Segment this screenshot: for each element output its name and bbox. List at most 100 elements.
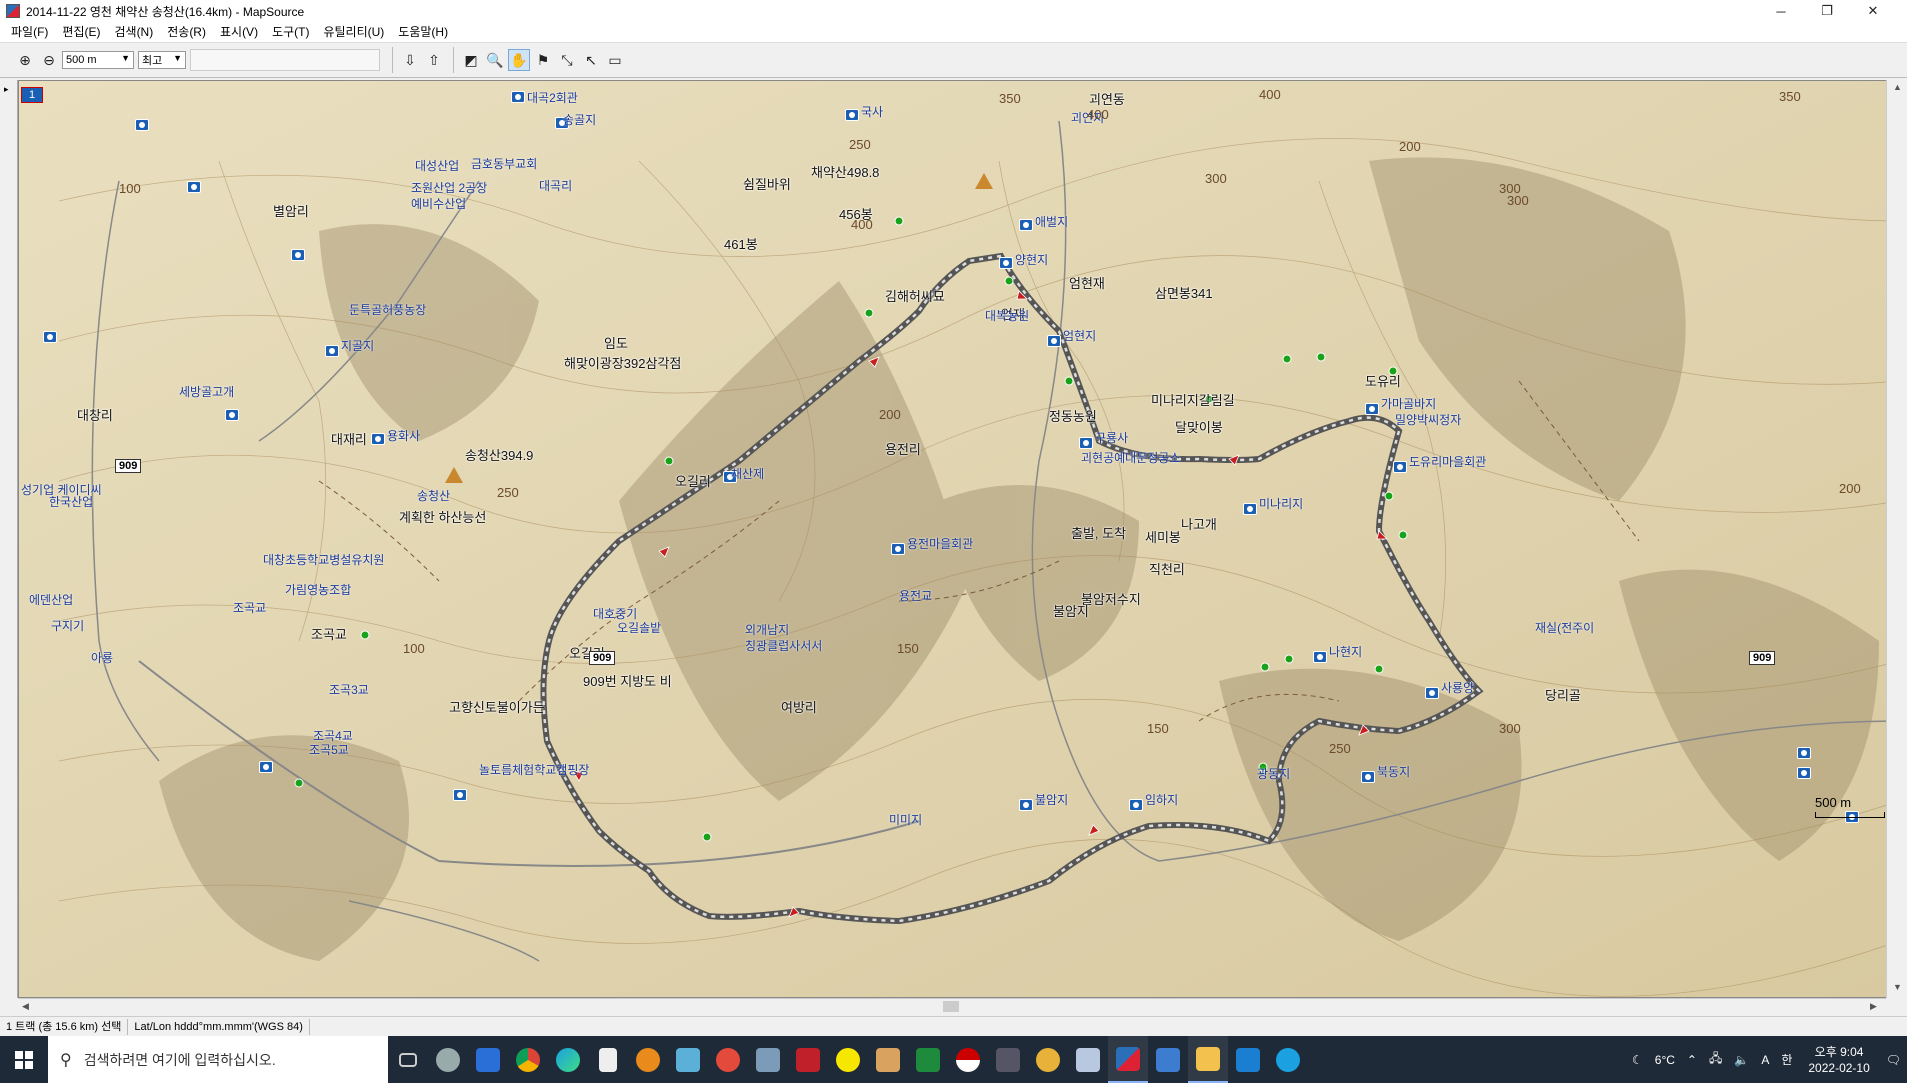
taskbar-app-photo[interactable] xyxy=(668,1036,708,1083)
restore-button[interactable]: ❐ xyxy=(1804,0,1850,22)
moon-weather-icon[interactable]: ☾ xyxy=(1626,1053,1649,1067)
poi-temple-icon[interactable] xyxy=(1079,437,1093,449)
taskbar-app-bee[interactable] xyxy=(1028,1036,1068,1083)
poi-camera-icon[interactable] xyxy=(225,409,239,421)
scroll-up-icon[interactable]: ▲ xyxy=(1893,82,1902,92)
poi-camera-icon[interactable] xyxy=(1047,335,1061,347)
taskbar-app-book[interactable] xyxy=(1148,1036,1188,1083)
left-panel-strip[interactable]: ▸ xyxy=(0,80,18,998)
selection-arrow-icon[interactable]: ↖ xyxy=(580,49,602,71)
map-tool-icon[interactable]: ◩ xyxy=(460,49,482,71)
receive-from-device-icon[interactable]: ⇩ xyxy=(399,49,421,71)
poi-camera-icon[interactable] xyxy=(1313,651,1327,663)
zoom-scale-select[interactable]: 500 m ▼ xyxy=(62,51,134,69)
detail-select[interactable]: 최고 ▼ xyxy=(138,51,186,69)
poi-label: 대창리 xyxy=(77,408,113,423)
taskbar-calculator[interactable] xyxy=(988,1036,1028,1083)
poi-camera-icon[interactable] xyxy=(1797,767,1811,779)
ime-mode[interactable]: A xyxy=(1755,1053,1775,1067)
scroll-down-icon[interactable]: ▼ xyxy=(1893,982,1902,992)
poi-camera-icon[interactable] xyxy=(325,345,339,357)
taskbar-settings[interactable] xyxy=(428,1036,468,1083)
poi-camera-icon[interactable] xyxy=(999,257,1013,269)
menu-utilities[interactable]: 유틸리티(U) xyxy=(316,22,391,42)
expand-arrow-icon[interactable]: ▸ xyxy=(4,84,9,95)
taskbar-app-blue[interactable] xyxy=(1228,1036,1268,1083)
taskbar-app-red[interactable] xyxy=(708,1036,748,1083)
poi-camera-icon[interactable] xyxy=(1019,799,1033,811)
taskbar-edge[interactable] xyxy=(548,1036,588,1083)
poi-camera-icon[interactable] xyxy=(1243,503,1257,515)
poi-camera-icon[interactable] xyxy=(1361,771,1375,783)
close-button[interactable]: ✕ xyxy=(1850,0,1896,22)
route-tool-icon[interactable]: ⤡ xyxy=(556,49,578,71)
chevron-up-icon[interactable]: ⌃ xyxy=(1681,1053,1703,1067)
poi-camera-icon[interactable] xyxy=(1019,219,1033,231)
poi-camera-icon[interactable] xyxy=(135,119,149,131)
poi-camera-icon[interactable] xyxy=(1365,403,1379,415)
contour-label: 250 xyxy=(497,485,519,500)
menu-search[interactable]: 검색(N) xyxy=(107,22,160,42)
weather-temp[interactable]: 6°C xyxy=(1649,1053,1681,1067)
menu-view[interactable]: 표시(V) xyxy=(213,22,265,42)
poi-camera-icon[interactable] xyxy=(453,789,467,801)
taskbar-search[interactable]: ⚲ 검색하려면 여기에 입력하십시오. xyxy=(48,1036,388,1083)
poi-camera-icon[interactable] xyxy=(1797,747,1811,759)
taskbar-chrome[interactable] xyxy=(508,1036,548,1083)
taskbar-kakaotalk[interactable] xyxy=(828,1036,868,1083)
poi-camera-icon[interactable] xyxy=(371,433,385,445)
menu-help[interactable]: 도움말(H) xyxy=(391,22,455,42)
taskbar-app-flag[interactable] xyxy=(948,1036,988,1083)
poi-camera-icon[interactable] xyxy=(1425,687,1439,699)
poi-camera-icon[interactable] xyxy=(1393,461,1407,473)
menu-edit[interactable]: 편집(E) xyxy=(55,22,107,42)
poi-camera-icon[interactable] xyxy=(291,249,305,261)
language-indicator[interactable]: 한 xyxy=(1775,1051,1798,1068)
taskbar-app-face[interactable] xyxy=(868,1036,908,1083)
network-icon[interactable]: 🖧 xyxy=(1703,1049,1728,1070)
minimize-button[interactable]: ─ xyxy=(1758,0,1804,22)
scroll-left-icon[interactable]: ◀ xyxy=(22,1001,29,1012)
map-scale: 500 m xyxy=(1815,795,1885,818)
zoom-out-icon[interactable]: ⊖ xyxy=(38,49,60,71)
taskbar-file[interactable] xyxy=(588,1036,628,1083)
map-product-box[interactable] xyxy=(190,49,380,71)
poi-camera-icon[interactable] xyxy=(1129,799,1143,811)
poi-camera-icon[interactable] xyxy=(187,181,201,193)
poi-label: 송청산 xyxy=(417,489,451,503)
notification-icon[interactable]: 🗨 xyxy=(1880,1053,1907,1067)
vertical-scrollbar[interactable]: ▲ ▼ xyxy=(1886,80,1907,998)
poi-camera-icon[interactable] xyxy=(511,91,525,103)
scroll-thumb[interactable] xyxy=(943,1001,959,1012)
send-to-device-icon[interactable]: ⇧ xyxy=(423,49,445,71)
measure-ruler-icon[interactable]: ▭ xyxy=(604,49,626,71)
taskbar-app-p[interactable] xyxy=(788,1036,828,1083)
poi-temple-icon[interactable] xyxy=(845,109,859,121)
volume-icon[interactable]: 🔈 xyxy=(1728,1053,1755,1067)
taskbar-explorer[interactable] xyxy=(1188,1036,1228,1083)
menu-tools[interactable]: 도구(T) xyxy=(265,22,316,42)
zoom-tool-icon[interactable]: 🔍 xyxy=(484,49,506,71)
menu-file[interactable]: 파일(F) xyxy=(4,22,55,42)
waypoint-flag-icon[interactable]: ⚑ xyxy=(532,49,554,71)
task-view-button[interactable] xyxy=(388,1036,428,1083)
taskbar-app-paint[interactable] xyxy=(1068,1036,1108,1083)
taskbar-app-chart[interactable] xyxy=(908,1036,948,1083)
scroll-right-icon[interactable]: ▶ xyxy=(1870,1001,1877,1012)
menu-transfer[interactable]: 전송(R) xyxy=(160,22,213,42)
taskbar-store[interactable] xyxy=(468,1036,508,1083)
start-button[interactable] xyxy=(0,1036,48,1083)
taskbar-ie[interactable] xyxy=(1268,1036,1308,1083)
horizontal-scrollbar[interactable]: ◀ ▶ xyxy=(18,998,1886,1014)
taskbar-mapsource[interactable] xyxy=(1108,1036,1148,1083)
zoom-in-icon[interactable]: ⊕ xyxy=(14,49,36,71)
poi-camera-icon[interactable] xyxy=(259,761,273,773)
map-view[interactable]: 1 채약산498.8 쉼질바위 456봉 461봉 임도 해맞이광장392삼각점… xyxy=(18,80,1898,998)
clock[interactable]: 오후 9:04 2022-02-10 xyxy=(1798,1044,1879,1076)
hand-tool-icon[interactable]: ✋ xyxy=(508,49,530,71)
poi-camera-icon[interactable] xyxy=(43,331,57,343)
contour-label: 350 xyxy=(1779,89,1801,104)
poi-camera-icon[interactable] xyxy=(891,543,905,555)
taskbar-app-ghost[interactable] xyxy=(748,1036,788,1083)
taskbar-app-sun[interactable] xyxy=(628,1036,668,1083)
